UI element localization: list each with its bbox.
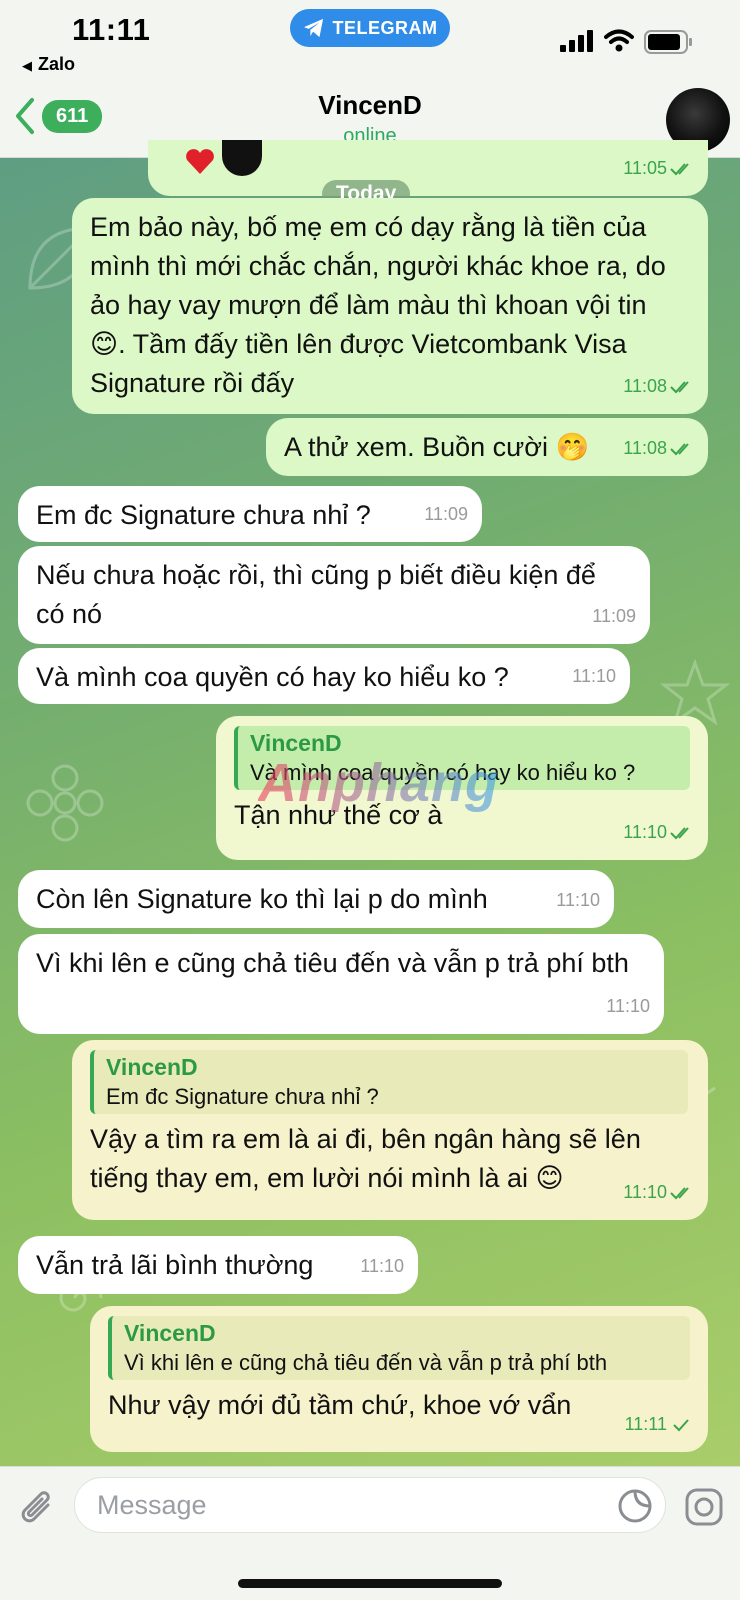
message-text: Em bảo này, bố mẹ em có dạy rằng là tiền… — [90, 212, 666, 398]
message-time: 11:09 — [592, 606, 636, 626]
message-input-placeholder: Message — [97, 1490, 207, 1520]
message-text: A thử xem. Buồn cười 🤭 — [284, 432, 590, 462]
wifi-icon — [604, 29, 634, 52]
attach-icon[interactable] — [18, 1487, 58, 1531]
message-meta: 11:10 — [556, 881, 600, 920]
message-text: Vì khi lên e cũng chả tiêu đến và vẫn p … — [36, 948, 629, 978]
message-time: 11:10 — [556, 890, 600, 910]
back-app-label: Zalo — [38, 54, 76, 74]
watermark-logo: Anphang — [258, 753, 499, 813]
message-meta: 11:11 — [625, 1405, 694, 1444]
reply-quoted-text: Vì khi lên e cũng chả tiêu đến và vẫn p … — [124, 1350, 608, 1375]
heart-icon — [186, 149, 214, 174]
telegram-icon — [303, 18, 323, 38]
message-time: 11:11 — [624, 1414, 667, 1434]
message-time: 11:05 — [623, 158, 667, 178]
message-bubble-incoming[interactable]: Em đc Signature chưa nhỉ ? 11:09 — [18, 486, 482, 542]
message-time: 11:10 — [606, 996, 650, 1016]
back-to-app-link[interactable]: ◀ Zalo — [22, 54, 75, 75]
single-check-icon — [673, 1418, 689, 1431]
message-time: 11:10 — [360, 1256, 404, 1276]
message-meta: 11:10 — [360, 1247, 404, 1286]
chat-title: VincenD — [318, 90, 422, 120]
doodle-flower-icon — [26, 764, 104, 842]
sticker-icon[interactable] — [617, 1488, 653, 1524]
message-time: 11:10 — [623, 1182, 667, 1202]
double-check-icon — [670, 1186, 689, 1199]
double-check-icon — [670, 380, 689, 393]
back-chevron-icon — [16, 98, 34, 134]
message-bubble-incoming[interactable]: Vẫn trả lãi bình thường 11:10 — [18, 1236, 418, 1294]
reply-preview[interactable]: VincenD Em đc Signature chưa nhỉ ? — [90, 1050, 688, 1114]
message-meta: 11:09 — [592, 597, 636, 636]
partial-avatar — [222, 140, 262, 176]
message-text: Nếu chưa hoặc rồi, thì cũng p biết điều … — [36, 560, 596, 629]
message-input-bar: Message — [0, 1466, 740, 1600]
message-meta: 11:09 — [424, 495, 468, 534]
message-bubble-incoming[interactable]: Nếu chưa hoặc rồi, thì cũng p biết điều … — [18, 546, 650, 644]
message-text: Và mình coa quyền có hay ko hiểu ko ? — [36, 662, 509, 692]
reply-sender-name: VincenD — [106, 1054, 198, 1080]
message-time: 11:10 — [572, 666, 616, 686]
message-meta: 11:10 — [606, 987, 650, 1026]
double-check-icon — [670, 442, 689, 455]
message-meta: 11:10 — [623, 1173, 694, 1212]
reply-sender-name: VincenD — [124, 1320, 216, 1346]
message-time: 11:09 — [424, 504, 468, 524]
message-input[interactable]: Message — [74, 1477, 666, 1533]
message-text: Em đc Signature chưa nhỉ ? — [36, 500, 371, 530]
back-triangle-icon: ◀ — [22, 58, 32, 73]
telegram-pill-label: TELEGRAM — [332, 17, 438, 38]
message-time: 11:08 — [623, 376, 667, 396]
message-meta: 11:08 — [623, 367, 694, 406]
signal-icon — [560, 30, 593, 52]
message-time: 11:10 — [623, 822, 667, 842]
reply-preview[interactable]: VincenD Vì khi lên e cũng chả tiêu đến v… — [108, 1316, 690, 1380]
reply-quoted-text: Em đc Signature chưa nhỉ ? — [106, 1084, 379, 1109]
message-meta: 11:08 — [623, 429, 694, 468]
message-bubble-outgoing[interactable]: A thử xem. Buồn cười 🤭 11:08 — [266, 418, 708, 476]
message-time: 11:08 — [623, 438, 667, 458]
message-bubble-partial[interactable]: 11:05 — [148, 140, 708, 196]
battery-icon — [644, 30, 692, 54]
message-meta: 11:10 — [623, 813, 694, 852]
message-bubble-outgoing-reply[interactable]: VincenD Em đc Signature chưa nhỉ ? Vậy a… — [72, 1040, 708, 1220]
message-bubble-outgoing[interactable]: Em bảo này, bố mẹ em có dạy rằng là tiền… — [72, 198, 708, 414]
camera-icon[interactable] — [684, 1487, 724, 1527]
telegram-pill[interactable]: TELEGRAM — [290, 9, 450, 47]
unread-count-badge: 611 — [42, 99, 103, 133]
message-text: Như vậy mới đủ tầm chứ, khoe vớ vẩn — [108, 1390, 572, 1420]
message-text: Còn lên Signature ko thì lại p do mình — [36, 884, 488, 914]
message-text: Vẫn trả lãi bình thường — [36, 1250, 314, 1280]
message-meta: 11:10 — [572, 657, 616, 696]
message-text: Vậy a tìm ra em là ai đi, bên ngân hàng … — [90, 1124, 641, 1193]
home-indicator — [238, 1579, 502, 1588]
message-bubble-incoming[interactable]: Và mình coa quyền có hay ko hiểu ko ? 11… — [18, 648, 630, 704]
double-check-icon — [670, 162, 689, 175]
back-button[interactable]: 611 — [12, 96, 103, 136]
message-bubble-outgoing-reply[interactable]: VincenD Vì khi lên e cũng chả tiêu đến v… — [90, 1306, 708, 1452]
status-bar: 11:11 ◀ Zalo TELEGRAM — [0, 0, 740, 84]
message-meta: 11:05 — [623, 149, 694, 188]
message-bubble-incoming[interactable]: Còn lên Signature ko thì lại p do mình 1… — [18, 870, 614, 928]
double-check-icon — [670, 826, 689, 839]
message-bubble-incoming[interactable]: Vì khi lên e cũng chả tiêu đến và vẫn p … — [18, 934, 664, 1034]
status-time: 11:11 — [72, 12, 151, 47]
